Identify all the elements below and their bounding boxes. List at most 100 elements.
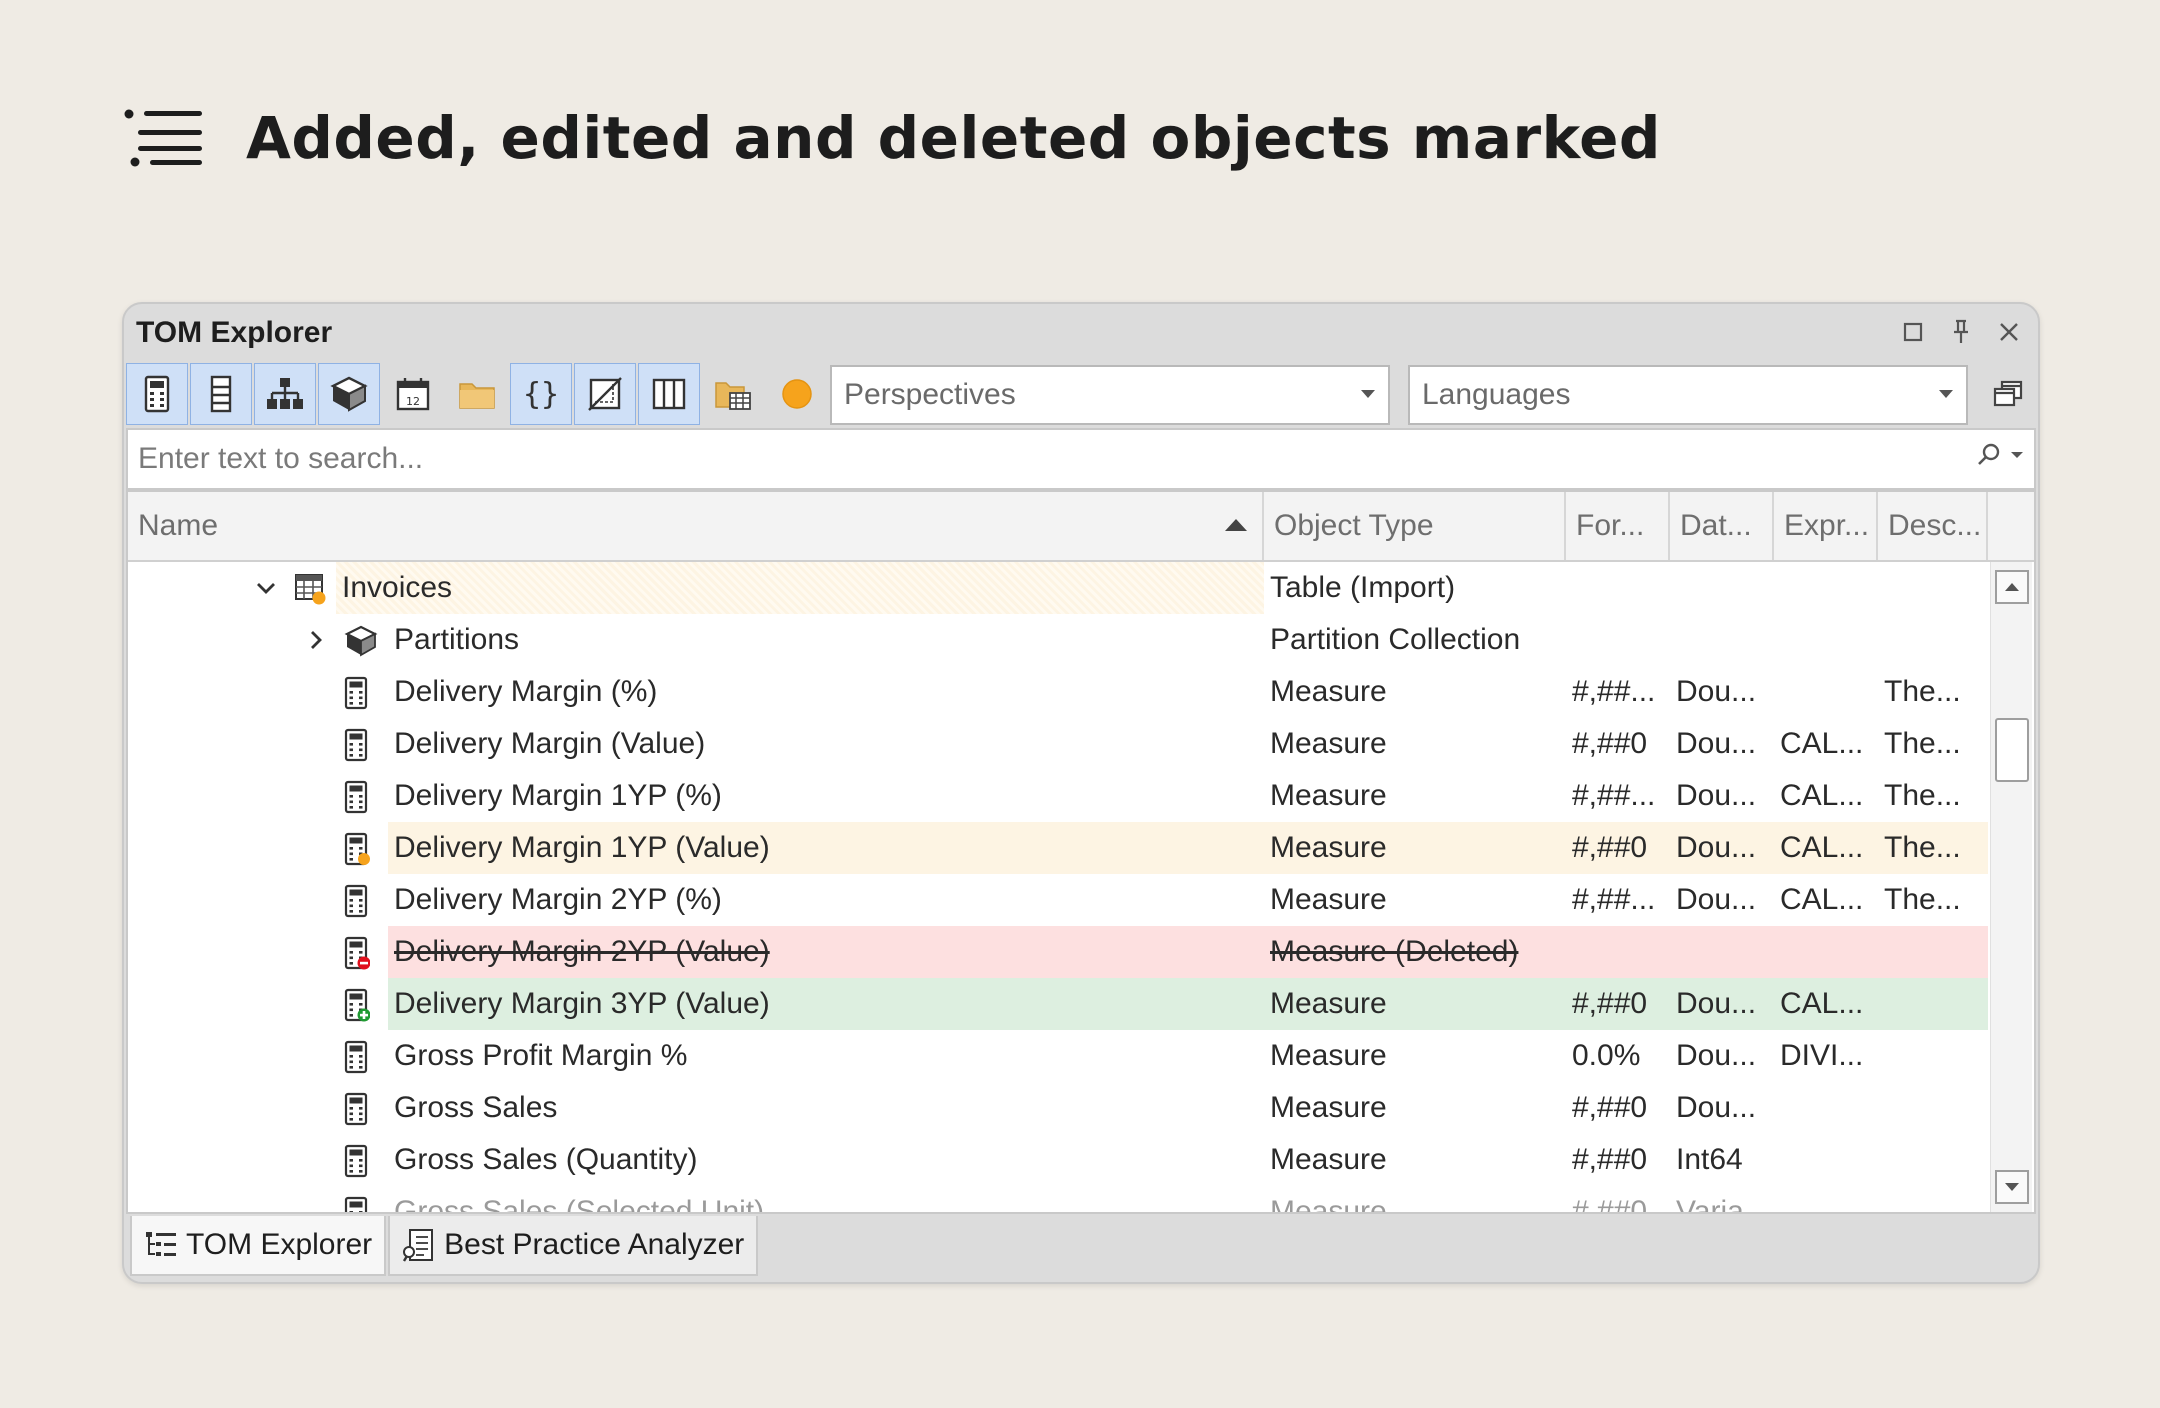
pin-button[interactable] [1944, 314, 1978, 350]
column-header-label: Desc... [1888, 509, 1982, 542]
tab-tom-explorer[interactable]: TOM Explorer [130, 1216, 387, 1276]
tom-explorer-panel: TOM Explorer 12 {} Perspectives Language… [122, 302, 2040, 1284]
perspectives-dropdown[interactable]: Perspectives [830, 365, 1390, 425]
measure-added-icon [344, 988, 376, 1022]
cell-name: Delivery Margin 1YP (Value) [394, 831, 770, 864]
cell-object-type: Measure [1270, 1143, 1387, 1176]
hierarchy-icon [267, 378, 303, 409]
show-calendars-toggle[interactable]: 12 [382, 363, 444, 425]
window-buttons [1896, 314, 2026, 350]
cell-data-type: Dou... [1676, 727, 1757, 760]
cell-expression [1780, 1082, 1876, 1134]
cell-description: The... [1884, 831, 1961, 864]
scrollbar-thumb[interactable] [1995, 718, 2029, 782]
tree-row[interactable]: Delivery Margin 1YP (Value) Measure #,##0 D… [128, 822, 1988, 874]
cell-object-type: Measure (Deleted) [1270, 935, 1519, 968]
tree-row[interactable]: Gross Sales Measure #,##0 Dou... [128, 1082, 1988, 1134]
languages-dropdown[interactable]: Languages [1408, 365, 1968, 425]
chevron-down-icon[interactable] [254, 576, 278, 600]
chevron-down-icon [2005, 1183, 2019, 1191]
column-header-datatype[interactable]: Dat... [1670, 492, 1774, 560]
tree-row[interactable]: Invoices Table (Import) [128, 562, 1988, 614]
folder-table-icon [715, 382, 751, 410]
show-columns-toggle[interactable] [190, 363, 252, 425]
cell-data-type: Dou... [1676, 1091, 1757, 1124]
partition-icon [330, 376, 368, 412]
show-changes-toggle[interactable] [766, 363, 828, 425]
cell-format-string: #,##0 [1572, 831, 1648, 864]
search-input[interactable] [128, 431, 1928, 487]
cell-name: Delivery Margin 2YP (%) [394, 883, 722, 916]
cell-description [1884, 562, 1984, 614]
display-folder-tables-toggle[interactable] [702, 363, 764, 425]
cell-name: Gross Profit Margin % [394, 1039, 688, 1072]
maximize-icon [1903, 322, 1923, 342]
cell-description [1884, 1134, 1984, 1186]
measure-deleted-icon [344, 936, 376, 970]
search-button[interactable] [1976, 442, 2024, 468]
scroll-up-button[interactable] [1995, 570, 2029, 604]
cell-expression: CAL... [1780, 779, 1864, 812]
cell-description: The... [1884, 675, 1961, 708]
chevron-right-icon[interactable] [304, 628, 328, 652]
cell-data-type [1676, 562, 1772, 614]
tree-row[interactable]: Delivery Margin 2YP (Value) Measure (Dele… [128, 926, 1988, 978]
tree-row[interactable]: Delivery Margin 1YP (%) Measure #,##... Dou… [128, 770, 1988, 822]
object-grid: Name Object Type For... Dat... Expr... D… [126, 490, 2036, 1214]
cell-expression: CAL... [1780, 831, 1864, 864]
cell-object-type: Measure [1270, 831, 1387, 864]
cell-object-type: Measure [1270, 883, 1387, 916]
column-icon [210, 375, 232, 413]
column-header-expression[interactable]: Expr... [1774, 492, 1878, 560]
tree-row[interactable]: Gross Sales (Quantity) Measure #,##0 Int64 [128, 1134, 1988, 1186]
maximize-button[interactable] [1896, 314, 1930, 350]
sort-ascending-icon [1225, 519, 1247, 531]
tab-best-practice-analyzer[interactable]: Best Practice Analyzer [388, 1216, 759, 1276]
tree-row[interactable]: Delivery Margin (Value) Measure #,##0 Dou..… [128, 718, 1988, 770]
cell-object-type: Measure [1270, 675, 1387, 708]
show-measures-toggle[interactable] [126, 363, 188, 425]
cell-object-type: Partition Collection [1270, 623, 1521, 656]
cell-name: Delivery Margin 2YP (Value) [394, 935, 770, 968]
column-header-name[interactable]: Name [128, 492, 1264, 560]
cell-object-type: Table (Import) [1270, 571, 1456, 604]
show-partitions-toggle[interactable] [318, 363, 380, 425]
column-header-description[interactable]: Desc... [1878, 492, 1988, 560]
show-hierarchies-toggle[interactable] [254, 363, 316, 425]
cell-description [1884, 1082, 1984, 1134]
measure-icon [344, 1040, 376, 1074]
cell-format-string: #,##0 [1572, 1195, 1648, 1212]
cell-expression [1780, 1186, 1876, 1212]
new-window-button[interactable] [1984, 370, 2032, 418]
column-header-format[interactable]: For... [1566, 492, 1670, 560]
cell-data-type [1676, 614, 1772, 666]
measure-icon [344, 884, 376, 918]
tree-row[interactable]: Delivery Margin 2YP (%) Measure #,##... Dou… [128, 874, 1988, 926]
cell-description [1884, 926, 1984, 978]
cell-name: Invoices [342, 571, 453, 604]
tree-row[interactable]: Gross Profit Margin % Measure 0.0% Dou... DI… [128, 1030, 1988, 1082]
show-folders-toggle[interactable] [446, 363, 508, 425]
scroll-down-button[interactable] [1995, 1170, 2029, 1204]
new-window-icon [1993, 380, 2023, 407]
panel-titlebar: TOM Explorer [124, 304, 2038, 362]
show-hidden-toggle[interactable] [574, 363, 636, 425]
cell-format-string [1572, 562, 1668, 614]
cell-description [1884, 614, 1984, 666]
show-expressions-toggle[interactable]: {} [510, 363, 572, 425]
column-header-label: Object Type [1274, 509, 1434, 542]
cell-data-type: Varia... [1676, 1195, 1769, 1212]
close-button[interactable] [1992, 314, 2026, 350]
cell-format-string [1572, 926, 1668, 978]
tree-row[interactable]: Delivery Margin 3YP (Value) Measure #,##0 D… [128, 978, 1988, 1030]
show-all-columns-toggle[interactable] [638, 363, 700, 425]
tree-row[interactable]: Delivery Margin (%) Measure #,##... Dou... T… [128, 666, 1988, 718]
headline: Added, edited and deleted objects marked [124, 96, 1661, 180]
chevron-up-icon [2005, 583, 2019, 591]
cell-format-string: #,##... [1572, 883, 1656, 916]
tree-row[interactable]: Partitions Partition Collection [128, 614, 1988, 666]
tree-row[interactable]: Gross Sales (Selected Unit) Measure #,##0 V… [128, 1186, 1988, 1212]
column-header-object-type[interactable]: Object Type [1264, 492, 1566, 560]
cell-name: Delivery Margin 1YP (%) [394, 779, 722, 812]
vertical-scrollbar[interactable] [1990, 562, 2032, 1212]
